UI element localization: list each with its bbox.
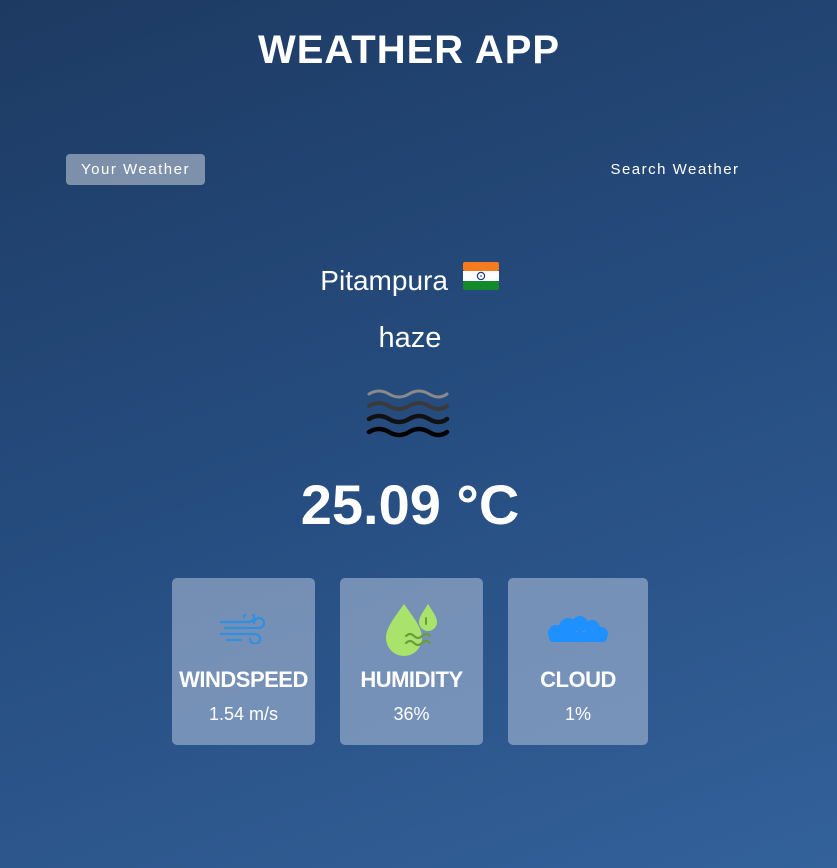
humidity-icon — [340, 600, 483, 658]
humidity-label: HUMIDITY — [360, 667, 463, 692]
india-flag-icon — [462, 261, 500, 298]
windspeed-label: WINDSPEED — [179, 667, 308, 692]
windspeed-value: 1.54 m/s — [208, 704, 279, 724]
humidity-value: 36% — [393, 704, 430, 724]
temperature: 25.09 °C — [300, 473, 520, 536]
haze-icon — [363, 386, 451, 442]
city-name: Pitampura — [320, 264, 448, 296]
wind-icon — [172, 614, 315, 644]
tab-your-weather[interactable]: Your Weather — [66, 154, 205, 185]
app-title: WEATHER APP — [257, 28, 561, 72]
tab-search-weather[interactable]: Search Weather — [595, 154, 755, 185]
cloud-value: 1% — [564, 704, 591, 724]
cloud-label: CLOUD — [540, 667, 616, 692]
weather-condition: haze — [378, 322, 442, 354]
location: Pitampura — [0, 261, 820, 301]
windspeed-card: WINDSPEED 1.54 m/s — [172, 578, 315, 745]
cloud-card: CLOUD 1% — [508, 578, 648, 745]
humidity-card: HUMIDITY 36% — [340, 578, 483, 745]
cloud-icon — [508, 614, 648, 644]
